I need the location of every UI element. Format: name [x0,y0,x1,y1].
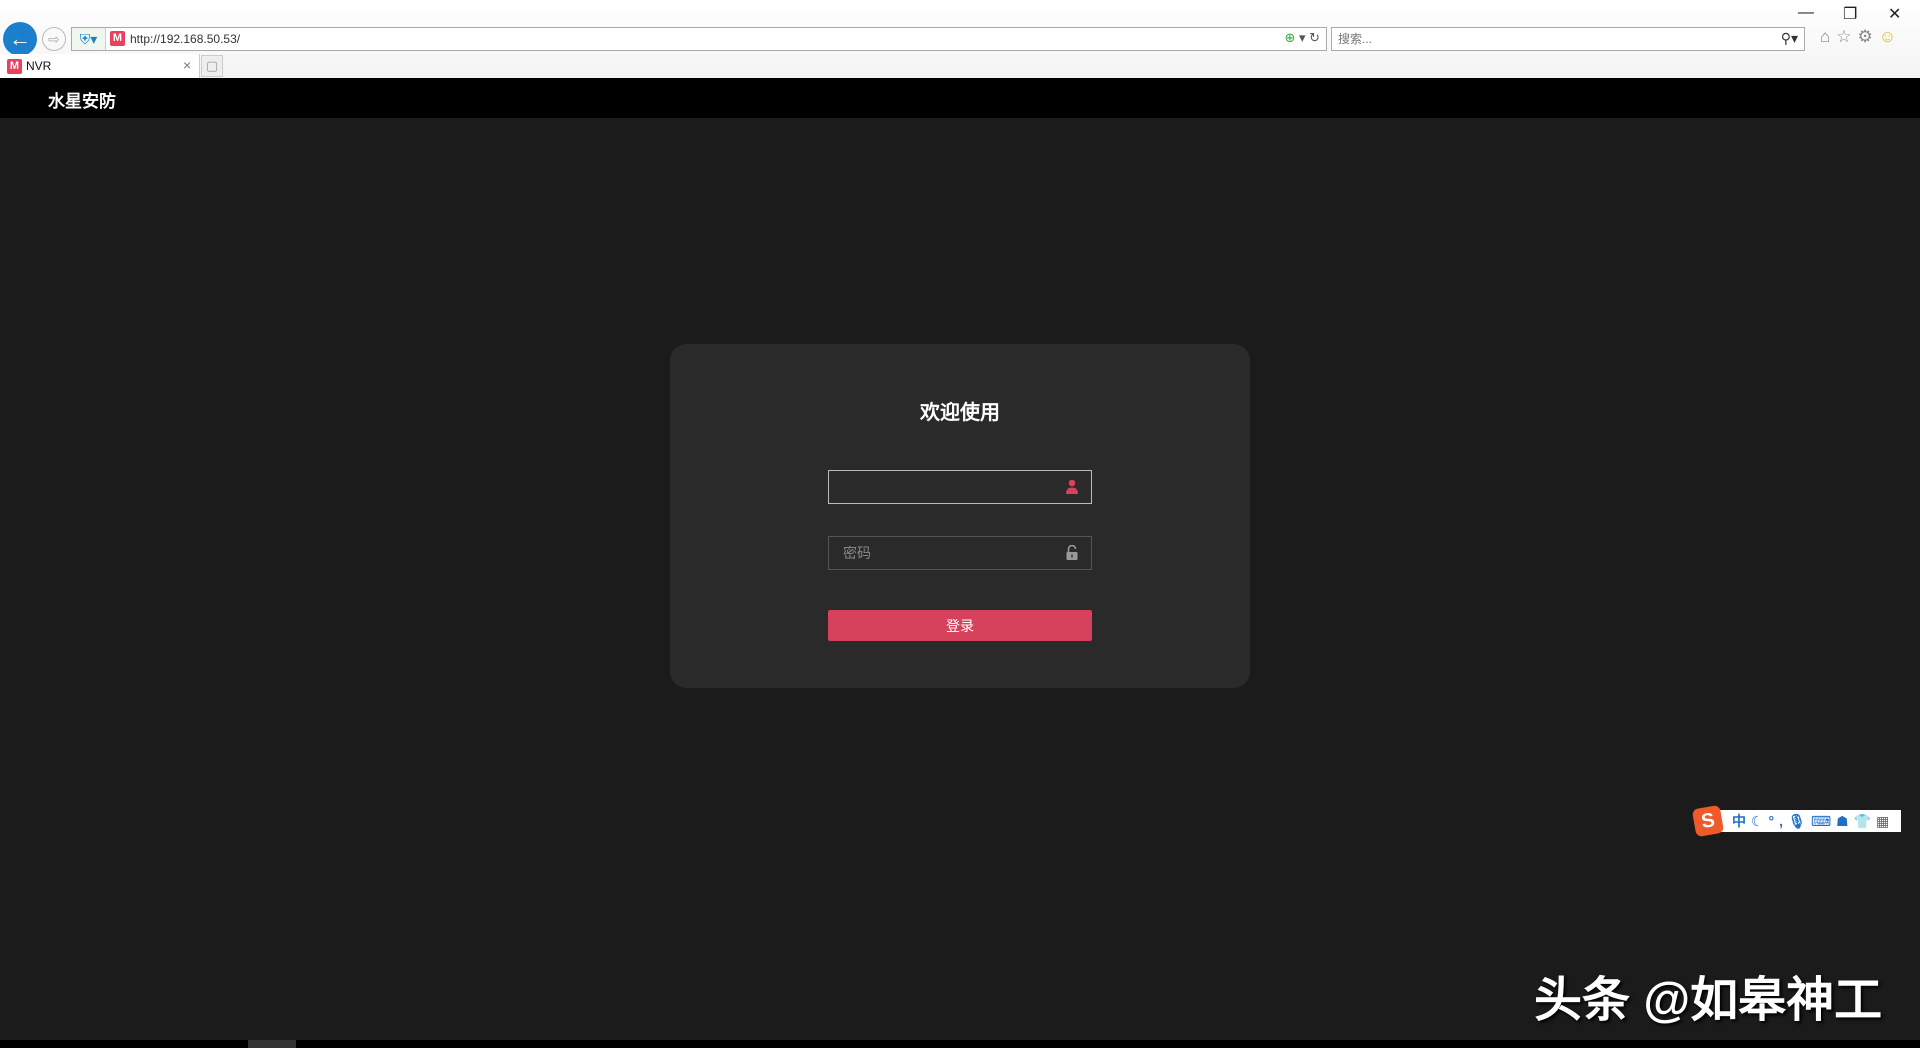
browser-chrome: — ❐ ✕ ← ⇨ ⛨▾ M http://192.168.50.53/ ⊕ ▾… [0,0,1920,78]
site-favicon: M [110,31,125,46]
sogou-logo-icon: S [1692,805,1724,837]
ime-tool-icons[interactable]: ☾°,🎙⌨☗👕▦ [1751,813,1894,829]
watermark: 头条 @如皋神工 [1534,960,1882,1030]
unlock-icon [1065,545,1079,561]
taskbar-item[interactable] [248,1040,296,1048]
minimize-button[interactable]: — [1798,4,1814,22]
restore-button[interactable]: ❐ [1843,4,1857,24]
tab-nvr[interactable]: M NVR × [0,54,200,78]
search-box[interactable]: ⚲▾ [1331,27,1805,51]
taskbar [0,1040,1920,1048]
user-icon [1065,479,1079,495]
close-tab-icon[interactable]: × [183,57,191,73]
toolbar-icons[interactable]: ⌂☆⚙☺ [1820,27,1902,47]
new-tab-button[interactable]: ▢ [201,55,223,77]
login-card: 欢迎使用 登录 [670,344,1250,688]
address-bar[interactable]: ⛨▾ M http://192.168.50.53/ ⊕ ▾ ↻ [71,27,1327,51]
username-input[interactable] [843,471,1063,503]
search-input[interactable] [1338,32,1758,46]
refresh-icon[interactable]: ⊕ ▾ ↻ [1284,30,1320,46]
username-field[interactable] [828,470,1092,504]
password-field[interactable] [828,536,1092,570]
close-window-button[interactable]: ✕ [1888,4,1901,24]
forward-button[interactable]: ⇨ [42,27,66,51]
login-button[interactable]: 登录 [828,610,1092,641]
app-header: 水星安防 [0,78,1920,118]
login-title: 欢迎使用 [670,396,1250,425]
security-shield-icon[interactable]: ⛨▾ [72,28,106,50]
password-input[interactable] [843,537,1063,569]
search-icon[interactable]: ⚲▾ [1781,30,1798,47]
tab-favicon: M [7,59,22,74]
ime-mode[interactable]: 中 [1732,813,1751,829]
back-button[interactable]: ← [3,22,37,56]
brand-logo: 水星安防 [48,87,116,112]
url-text[interactable]: http://192.168.50.53/ [130,32,240,46]
ime-toolbar[interactable]: S 中☾°,🎙⌨☗👕▦ [1696,810,1901,832]
tab-label: NVR [26,59,51,73]
